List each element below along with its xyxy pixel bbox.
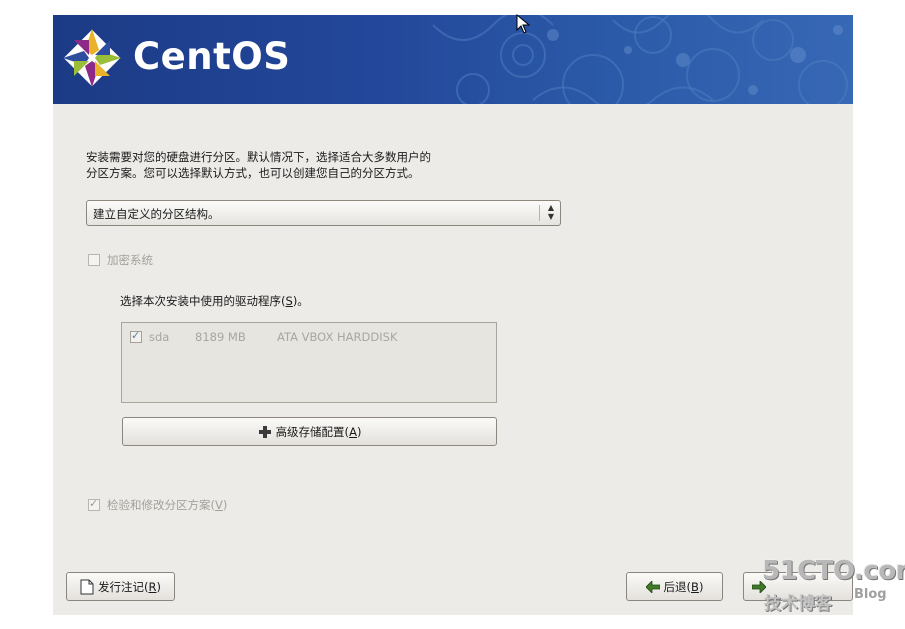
intro-line-1: 安装需要对您的硬盘进行分区。默认情况下，选择适合大多数用户的: [86, 150, 431, 164]
drive-size: 8189 MB: [195, 330, 246, 344]
advanced-storage-label: 高级存储配置(A): [275, 424, 362, 439]
release-notes-label: 发行注记(R): [98, 579, 161, 594]
watermark-blog: Blog: [854, 587, 887, 602]
intro-line-2: 分区方案。您可以选择默认方式，也可以创建您自己的分区方式。: [86, 166, 420, 180]
centos-logo-icon: [63, 29, 121, 87]
encrypt-system-option[interactable]: 加密系统: [88, 252, 153, 268]
drive-model: ATA VBOX HARDDISK: [277, 330, 398, 344]
drive-name: sda: [149, 330, 170, 344]
back-label: 后退(B): [663, 579, 704, 594]
back-button[interactable]: 后退(B): [626, 572, 723, 601]
arrow-left-icon: [645, 580, 660, 593]
combo-separator: [539, 205, 540, 221]
review-partition-checkbox[interactable]: [88, 497, 100, 511]
mouse-cursor-icon: [516, 14, 530, 34]
drivers-label: 选择本次安装中使用的驱动程序(S)。: [120, 294, 309, 308]
next-button[interactable]: [743, 572, 853, 601]
updown-arrow-icon: ▲ ▼: [547, 203, 554, 221]
partition-layout-select[interactable]: 建立自定义的分区结构。 ▲ ▼: [86, 200, 561, 226]
installer-window: CentOS 安装需要对您的硬盘进行分区。默认情况下，选择适合大多数用户的 分区…: [53, 15, 853, 615]
review-partition-option[interactable]: 检验和修改分区方案(V): [88, 497, 227, 513]
intro-text: 安装需要对您的硬盘进行分区。默认情况下，选择适合大多数用户的 分区方案。您可以选…: [86, 149, 506, 181]
drive-list[interactable]: sda 8189 MB ATA VBOX HARDDISK: [121, 322, 497, 403]
drive-row[interactable]: sda 8189 MB ATA VBOX HARDDISK: [130, 329, 398, 344]
release-notes-button[interactable]: 发行注记(R): [66, 572, 175, 601]
encrypt-system-checkbox[interactable]: [88, 254, 100, 266]
arrow-right-icon: [752, 580, 766, 593]
advanced-storage-button[interactable]: 高级存储配置(A): [122, 417, 497, 446]
review-partition-label: 检验和修改分区方案(V): [107, 498, 228, 512]
plus-icon: [258, 425, 272, 439]
encrypt-system-label: 加密系统: [107, 253, 153, 267]
document-icon: [80, 579, 94, 595]
partition-layout-value: 建立自定义的分区结构。: [93, 207, 220, 221]
header-banner: CentOS: [53, 15, 853, 104]
drive-checkbox[interactable]: [130, 329, 142, 343]
brand-name: CentOS: [133, 35, 291, 78]
